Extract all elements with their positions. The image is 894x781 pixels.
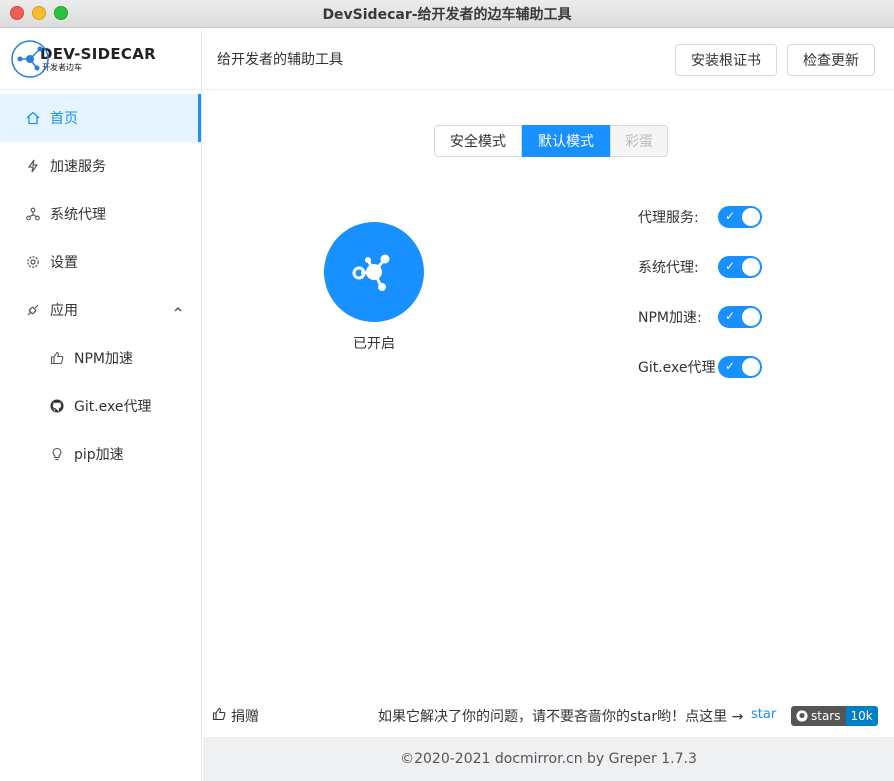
toggle-row-npm: NPM加速: ✓ [638, 305, 762, 329]
logo: DEV-SIDECAR 开发者边车 [0, 29, 201, 90]
check-icon: ✓ [725, 359, 736, 373]
toggle-row-system-proxy: 系统代理: ✓ [638, 255, 762, 279]
install-cert-button[interactable]: 安装根证书 [675, 44, 777, 76]
sidebar-item-label: 设置 [50, 255, 78, 271]
toggle-row-git: Git.exe代理 ✓ [638, 355, 762, 379]
toggle-row-proxy-service: 代理服务: ✓ [638, 205, 762, 229]
sidebar-item-label: NPM加速 [74, 351, 133, 367]
sidebar-item-label: Git.exe代理 [74, 399, 152, 415]
toggle-label: 系统代理: [638, 260, 699, 276]
sidebar: DEV-SIDECAR 开发者边车 首页 加速服务 系统代理 设置 应用 NPM… [0, 29, 202, 781]
sidebar-item-pip[interactable]: pip加速 [0, 430, 201, 478]
npm-acceleration-switch[interactable]: ✓ [718, 306, 762, 328]
sidebar-item-label: 加速服务 [50, 159, 106, 175]
title-bar: DevSidecar-给开发者的边车辅助工具 [0, 0, 894, 28]
sidebar-menu: 首页 加速服务 系统代理 设置 应用 NPM加速 Git.exe代理 pip加速 [0, 94, 201, 478]
like-icon [212, 707, 226, 725]
footer-text: ©2020-2021 docmirror.cn by Greper 1.7.3 [400, 751, 697, 767]
donate-label: 捐赠 [231, 709, 259, 725]
sidebar-item-label: 系统代理 [50, 207, 106, 223]
like-icon [50, 351, 64, 365]
sidebar-item-apps[interactable]: 应用 [0, 286, 201, 334]
sidebar-item-acceleration[interactable]: 加速服务 [0, 142, 201, 190]
github-stars-badge[interactable]: stars 10k [791, 706, 878, 726]
proxy-service-switch[interactable]: ✓ [718, 206, 762, 228]
check-icon: ✓ [725, 309, 736, 323]
toggle-label: 代理服务: [638, 210, 699, 226]
minimize-window-button[interactable] [32, 6, 46, 20]
window-title: DevSidecar-给开发者的边车辅助工具 [322, 6, 572, 23]
chevron-up-icon[interactable] [173, 302, 183, 318]
badge-label-text: stars [811, 709, 841, 723]
sidebar-item-label: pip加速 [74, 447, 124, 463]
api-icon [26, 303, 40, 317]
cluster-icon [26, 207, 40, 221]
maximize-window-button[interactable] [54, 6, 68, 20]
thunder-icon [26, 159, 40, 173]
mode-safe-button[interactable]: 安全模式 [434, 125, 522, 157]
badge-count: 10k [845, 706, 878, 726]
system-proxy-switch[interactable]: ✓ [718, 256, 762, 278]
proxy-start-button[interactable] [324, 222, 424, 322]
footer: ©2020-2021 docmirror.cn by Greper 1.7.3 [203, 737, 894, 781]
home-icon [26, 111, 40, 125]
github-icon [50, 399, 64, 413]
check-icon: ✓ [725, 259, 736, 273]
mode-egg-button[interactable]: 彩蛋 [610, 125, 668, 157]
sidebar-item-git[interactable]: Git.exe代理 [0, 382, 201, 430]
mode-default-button[interactable]: 默认模式 [522, 125, 610, 157]
share-network-icon [352, 254, 390, 291]
star-prompt[interactable]: 如果它解决了你的问题，请不要吝啬你的star哟！点这里 → [378, 706, 743, 726]
git-proxy-switch[interactable]: ✓ [718, 356, 762, 378]
toggle-label: NPM加速: [638, 310, 702, 326]
page-title: 给开发者的辅助工具 [217, 52, 343, 68]
window-controls [10, 6, 68, 20]
gear-icon [26, 255, 40, 269]
sidebar-item-settings[interactable]: 设置 [0, 238, 201, 286]
sidebar-item-system-proxy[interactable]: 系统代理 [0, 190, 201, 238]
sidebar-item-home[interactable]: 首页 [0, 94, 201, 142]
close-window-button[interactable] [10, 6, 24, 20]
github-icon [796, 710, 808, 722]
star-image-broken[interactable]: star [751, 707, 776, 722]
sidebar-item-label: 应用 [50, 303, 78, 319]
proxy-status-text: 已开启 [353, 336, 395, 352]
badge-label: stars [791, 706, 846, 726]
sidebar-item-npm[interactable]: NPM加速 [0, 334, 201, 382]
bulb-icon [50, 447, 64, 461]
logo-icon [11, 40, 49, 78]
sidebar-item-label: 首页 [50, 111, 78, 127]
mode-switch: 安全模式 默认模式 彩蛋 [434, 125, 668, 157]
check-update-button[interactable]: 检查更新 [787, 44, 875, 76]
check-icon: ✓ [725, 209, 736, 223]
donate-link[interactable]: 捐赠 [212, 706, 259, 726]
toggle-label: Git.exe代理 [638, 360, 716, 376]
